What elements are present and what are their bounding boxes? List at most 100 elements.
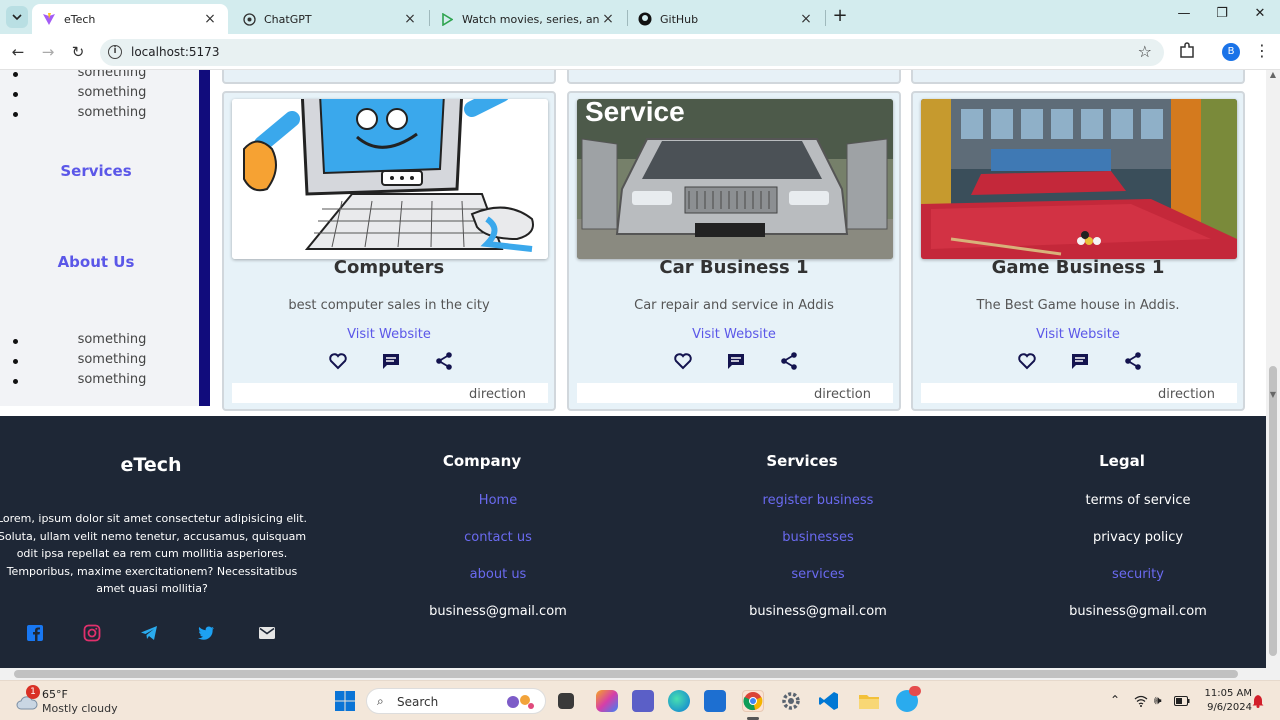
footer-email[interactable]: business@gmail.com: [658, 604, 978, 641]
store-icon[interactable]: [704, 690, 726, 712]
extensions-icon[interactable]: [1178, 42, 1196, 60]
direction-bar[interactable]: direction: [577, 383, 893, 403]
direction-bar[interactable]: direction: [921, 383, 1237, 403]
scrollbar-thumb[interactable]: [1269, 366, 1277, 656]
site-info-icon[interactable]: i: [108, 45, 122, 59]
footer-link-businesses[interactable]: businesses: [658, 530, 978, 567]
sidebar-link-about-us[interactable]: About Us: [0, 253, 192, 271]
card-bottom-edge: [222, 70, 556, 84]
footer-link-privacy[interactable]: privacy policy: [978, 530, 1280, 567]
visit-website-link[interactable]: Visit Website: [224, 327, 554, 342]
footer-email[interactable]: business@gmail.com: [338, 604, 658, 641]
footer-link-services[interactable]: services: [658, 567, 978, 604]
direction-bar[interactable]: direction: [232, 383, 548, 403]
close-icon[interactable]: ×: [798, 11, 814, 27]
close-icon[interactable]: ×: [600, 11, 616, 27]
card-actions: [328, 351, 452, 371]
telegram-icon[interactable]: [140, 624, 158, 642]
weather-widget[interactable]: 1 65°F Mostly cloudy: [16, 685, 146, 716]
share-icon[interactable]: [1123, 351, 1143, 371]
wifi-icon[interactable]: [1134, 695, 1148, 707]
comment-icon[interactable]: [1070, 351, 1090, 371]
tab-chatgpt[interactable]: ChatGPT ×: [232, 4, 428, 34]
system-clock[interactable]: 11:05 AM 9/6/2024: [1196, 687, 1252, 715]
card-image[interactable]: Service: [577, 99, 893, 259]
horizontal-scrollbar[interactable]: [0, 668, 1280, 680]
heart-icon[interactable]: [328, 351, 348, 371]
edge-icon[interactable]: [668, 690, 690, 712]
card-image[interactable]: [232, 99, 548, 259]
menu-kebab-icon[interactable]: ⋮: [1254, 42, 1270, 60]
copilot-icon[interactable]: [596, 690, 618, 712]
github-icon: [638, 12, 652, 26]
mail-icon[interactable]: [258, 624, 276, 642]
comment-icon[interactable]: [726, 351, 746, 371]
visit-website-link[interactable]: Visit Website: [913, 327, 1243, 342]
vite-icon: [42, 12, 56, 26]
scroll-up-arrow[interactable]: ▲: [1266, 70, 1280, 82]
show-hidden-icons[interactable]: ⌃: [1110, 693, 1120, 707]
footer-column-services: Services register business businesses se…: [658, 452, 978, 641]
new-tab-button[interactable]: +: [830, 6, 850, 26]
search-label: Search: [397, 695, 439, 709]
settings-gear-icon[interactable]: [780, 690, 802, 712]
omnibox[interactable]: i localhost:5173 ☆: [100, 39, 1164, 66]
notification-bell-icon[interactable]: [1252, 694, 1264, 708]
tab-github[interactable]: GitHub ×: [628, 4, 824, 34]
battery-icon[interactable]: [1174, 696, 1190, 706]
facebook-icon[interactable]: [26, 624, 44, 642]
volume-icon[interactable]: 🕪: [1154, 693, 1162, 708]
footer-link-terms[interactable]: terms of service: [978, 493, 1280, 530]
url-text[interactable]: localhost:5173: [131, 45, 219, 59]
vertical-scrollbar[interactable]: ▲ ▼: [1266, 70, 1280, 668]
close-window-button[interactable]: ✕: [1248, 6, 1272, 26]
address-bar-row: ← → ↻ i localhost:5173 ☆: [0, 34, 1280, 70]
file-explorer-icon[interactable]: [858, 690, 880, 712]
tab-movies[interactable]: Watch movies, series, animes o ×: [430, 4, 626, 34]
tab-search-button[interactable]: [6, 6, 28, 28]
instagram-icon[interactable]: [83, 624, 101, 642]
restore-button[interactable]: ❐: [1210, 6, 1234, 26]
share-icon[interactable]: [434, 351, 454, 371]
teams-icon[interactable]: [632, 690, 654, 712]
vscode-icon[interactable]: [818, 690, 840, 712]
card-description: Car repair and service in Addis: [634, 298, 834, 313]
footer-link-about[interactable]: about us: [338, 567, 658, 604]
profile-avatar[interactable]: B: [1222, 43, 1240, 61]
footer-link-contact[interactable]: contact us: [338, 530, 658, 567]
chrome-icon[interactable]: [742, 690, 764, 712]
forward-button[interactable]: →: [38, 42, 58, 62]
card-image[interactable]: [921, 99, 1237, 259]
sidebar-link-services[interactable]: Services: [0, 162, 192, 180]
share-icon[interactable]: [779, 351, 799, 371]
heart-icon[interactable]: [673, 351, 693, 371]
footer-link-security[interactable]: security: [978, 567, 1280, 604]
close-icon[interactable]: ×: [402, 11, 418, 27]
taskbar-search[interactable]: ⌕ Search: [366, 688, 546, 714]
minimize-button[interactable]: —: [1172, 6, 1196, 26]
task-view-icon[interactable]: [558, 693, 574, 709]
twitter-icon[interactable]: [197, 624, 215, 642]
footer-email[interactable]: business@gmail.com: [978, 604, 1280, 641]
back-button[interactable]: ←: [8, 42, 28, 62]
footer-link-register[interactable]: register business: [658, 493, 978, 530]
footer-link-home[interactable]: Home: [338, 493, 658, 530]
comment-icon[interactable]: [381, 351, 401, 371]
close-icon[interactable]: ×: [202, 11, 218, 27]
tab-etech[interactable]: eTech ×: [32, 4, 228, 34]
search-highlight-icon: [507, 695, 534, 709]
heart-icon[interactable]: [1017, 351, 1037, 371]
windows-start-icon[interactable]: [334, 690, 356, 712]
reload-button[interactable]: ↻: [68, 42, 88, 62]
card-description: best computer sales in the city: [288, 298, 490, 313]
business-card: Service Car Business 1 Car repair and se…: [567, 91, 901, 411]
scroll-down-arrow[interactable]: ▼: [1266, 390, 1280, 402]
visit-website-link[interactable]: Visit Website: [569, 327, 899, 342]
tab-title: Watch movies, series, animes o: [462, 12, 600, 26]
scrollbar-thumb[interactable]: [14, 670, 1238, 678]
search-icon: ⌕: [377, 694, 384, 708]
weather-badge: 1: [26, 685, 40, 699]
cartoon-computer-image: [232, 99, 548, 259]
telegram-app-icon[interactable]: [896, 686, 921, 712]
bookmark-star-icon[interactable]: ☆: [1138, 42, 1152, 61]
